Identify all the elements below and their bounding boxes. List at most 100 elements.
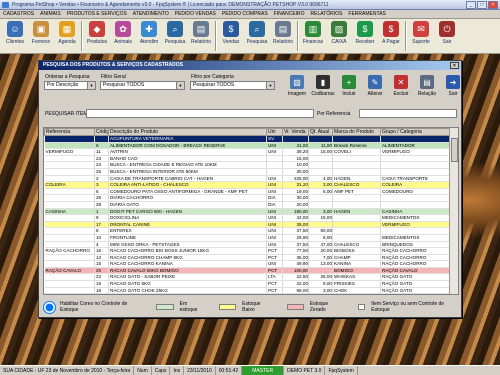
toolbar-separator — [297, 21, 299, 51]
menu-item-3[interactable]: ATENDIMENTO — [133, 10, 169, 18]
menu-item-7[interactable]: RELATÓRIOS — [311, 10, 343, 18]
enable-colors-radio[interactable] — [43, 300, 56, 314]
table-row[interactable]: 4 MINI OSSO ORKA - PETSTAGES UNI 37,50 47,00… — [44, 241, 451, 249]
column-header[interactable]: Vr. Venda — [282, 128, 309, 136]
search-icon: ⌕ — [167, 21, 183, 37]
action-button-label: Incluir — [342, 91, 356, 97]
menu-item-8[interactable]: FERRAMENTAS — [348, 10, 385, 18]
menu-item-4[interactable]: PEDIDO VENDAS — [175, 10, 216, 18]
column-header[interactable]: Marca do Produto — [332, 128, 381, 136]
table-row[interactable]: 15 RACAO CACHORRO KANINA UNI 49,90 13,00 KANI… — [44, 260, 451, 268]
menu-item-6[interactable]: FINANCEIRO — [274, 10, 305, 18]
table-row[interactable]: COLEIRA 3 COLEIRA ANTI-LATIDO - CHALESCO UN… — [44, 181, 451, 189]
action-button-0[interactable]: ▨ Imagem — [284, 75, 310, 107]
group-filter-select[interactable]: Pesquisar TODOS ▼ — [100, 81, 185, 90]
table-row[interactable]: 13TECHOUSEUNI180,005,00TECHOUSEMEDICAMEN… — [44, 293, 451, 294]
edit-icon: ✎ — [368, 75, 382, 89]
toolbar-button-7[interactable]: ▤ Relatório — [188, 19, 214, 52]
table-row[interactable]: RAÇÃO CACHORRO 16 RACAO CACHORRO BIG BOSS … — [44, 247, 451, 255]
toolbar-button-10[interactable]: ▤ Relatório — [270, 19, 296, 52]
table-cell: RAÇÃO GATO — [380, 287, 451, 294]
toolbar-button-1[interactable]: ▣ Fornece — [28, 19, 54, 52]
maximize-button[interactable]: □ — [477, 1, 487, 9]
table-row[interactable]: 28 DIÁRIA GATO DIA 20,00 — [44, 201, 451, 209]
minimize-button[interactable]: _ — [466, 1, 476, 9]
close-button[interactable]: × — [488, 1, 498, 9]
table-row[interactable]: 24 BUSCA - ENTREGA CIDADE E REGIAO ATE 10… — [44, 161, 451, 169]
toolbar-button-15[interactable]: ✉ Suporte — [408, 19, 434, 52]
table-row[interactable]: 6 ALIMENTADOR COM DOSADOR - BREACK RESERV… — [44, 142, 451, 150]
search-item-input[interactable] — [86, 109, 314, 118]
status-caps: Caps — [152, 366, 171, 375]
table-row[interactable]: VERMIFUGO 11 AVITRIN UNI 39,20 15,00 COVELI VER… — [44, 148, 451, 156]
toolbar-button-16[interactable]: ⏻ Sair — [434, 19, 460, 52]
column-header[interactable]: Descrição do Produto — [108, 128, 267, 136]
toolbar-button-3[interactable]: ◆ Produtos — [84, 19, 110, 52]
table-row[interactable]: 19 RACAO GATO 5KG PCT 22,00 9,00 FRISKIES RAÇÃ… — [44, 280, 451, 288]
action-button-1[interactable]: ▮ Codbarras — [310, 75, 336, 107]
column-header[interactable]: Qt. Atual — [308, 128, 333, 136]
menu-item-0[interactable]: CADASTROS — [3, 10, 34, 18]
table-row[interactable]: 17 DRONTAL CANINE UNI 35,00 VERMIFUGO — [44, 221, 451, 229]
table-cell: BOMIGO — [332, 267, 381, 275]
order-select[interactable]: Por Descrição ▼ — [44, 81, 96, 90]
table-cell: 2 — [94, 175, 109, 183]
table-row[interactable]: 25 BUSCA - ENTREGA INTERIOR ATE 50KM 30,00 — [44, 168, 451, 176]
table-row[interactable]: 23 BANHO CAO 15,00 — [44, 155, 451, 163]
action-button-5[interactable]: ▤ Relação — [414, 75, 440, 107]
toolbar-button-label: Produtos — [86, 39, 107, 45]
table-row[interactable]: 10 FRONTLINE UNI 29,90 8,00 MEDICAMENTOS — [44, 234, 451, 242]
scrollbar-thumb[interactable] — [451, 138, 458, 162]
category-filter-select[interactable]: Pesquisar TODOS ▼ — [190, 81, 275, 90]
table-row[interactable]: 18 RACAO GATO CHOK 25KG PCT 88,00 3,00 CHOK RA… — [44, 287, 451, 294]
exit-icon: ⏻ — [439, 21, 455, 37]
table-cell: 60,00 — [308, 227, 333, 235]
toolbar-button-5[interactable]: ✚ Atendim — [136, 19, 162, 52]
action-button-6[interactable]: ➜ Sair — [440, 75, 466, 107]
table-row[interactable]: 6 COMEDOURO PATA OSSO ANTIFORMIGA - GRAND… — [44, 188, 451, 196]
column-header[interactable]: Referencia — [44, 128, 95, 136]
table-row[interactable]: RAÇÃO CAVALO 20 RACAO CAVALO 50KG BOMIGO PC… — [44, 267, 451, 275]
action-button-2[interactable]: + Incluir — [336, 75, 362, 107]
table-cell — [266, 155, 283, 163]
toolbar-button-11[interactable]: ▥ Financas — [300, 19, 326, 52]
toolbar-button-6[interactable]: ⌕ Pesquisa — [162, 19, 188, 52]
table-cell: UNI — [266, 181, 283, 189]
action-button-3[interactable]: ✎ Alterar — [362, 75, 388, 107]
toolbar-button-4[interactable]: ✿ Animais — [110, 19, 136, 52]
table-row[interactable]: 9 DOXICICLINA UNI 42,00 16,00 MEDICAMENTOS — [44, 214, 451, 222]
table-cell — [44, 227, 95, 235]
reference-input[interactable] — [359, 109, 457, 118]
toolbar-button-13[interactable]: $ Receber — [352, 19, 378, 52]
action-button-4[interactable]: ✕ Excluir — [388, 75, 414, 107]
toolbar-button-2[interactable]: ▦ Agenda — [54, 19, 80, 52]
column-header[interactable]: Grupo / Categoria — [380, 128, 451, 136]
table-cell: 13,00 — [308, 260, 333, 268]
toolbar-button-9[interactable]: ⌕ Pesquisa — [244, 19, 270, 52]
table-cell: 1 — [94, 208, 109, 216]
table-row[interactable]: 22 RACAO GATO - SABOR PEIXE LTA 22,50 25,00 W… — [44, 273, 451, 282]
table-cell: 15,00 — [282, 155, 309, 163]
table-row[interactable]: 2 CAIXA DE TRANSPORTE CABRIO CAT - HAGEN U… — [44, 175, 451, 183]
table-cell: 11,00 — [308, 142, 333, 150]
table-cell — [44, 254, 95, 262]
toolbar-button-8[interactable]: $ Vendas — [218, 19, 244, 52]
menu-item-2[interactable]: PRODUTOS E SERVIÇOS — [67, 10, 127, 18]
table-row[interactable]: 13 RACAO CACHORRO CHAMP 8KG PCT 35,00 7,00 CH… — [44, 254, 451, 262]
column-header[interactable]: Código — [94, 128, 109, 136]
grid-scrollbar[interactable] — [449, 128, 458, 294]
table-cell — [380, 161, 451, 169]
toolbar-button-14[interactable]: $ A Pagar — [378, 19, 404, 52]
table-row[interactable]: ACUPUNTURA VETERINARIA SV — [44, 135, 451, 143]
menu-item-5[interactable]: PEDIDO COMPRAS — [222, 10, 268, 18]
dialog-close-button[interactable]: × — [450, 62, 459, 69]
column-header[interactable]: Uni — [266, 128, 283, 136]
table-row[interactable]: CASINHA 1 DOGIT PET CARGO 500 - HAGEN UNI 19… — [44, 208, 451, 216]
toolbar-button-12[interactable]: ▧ CAIXA — [326, 19, 352, 52]
table-row[interactable]: 29 DIÁRIA CACHORRO DIA 30,00 — [44, 194, 451, 202]
table-cell: UNI — [266, 142, 283, 150]
table-cell: 7,00 — [308, 254, 333, 262]
menu-item-1[interactable]: ANIMAIS — [40, 10, 61, 18]
table-row[interactable]: 8 ENTEREX UNI 37,50 60,00 — [44, 227, 451, 235]
toolbar-button-0[interactable]: ☺ Clientes — [2, 19, 28, 52]
